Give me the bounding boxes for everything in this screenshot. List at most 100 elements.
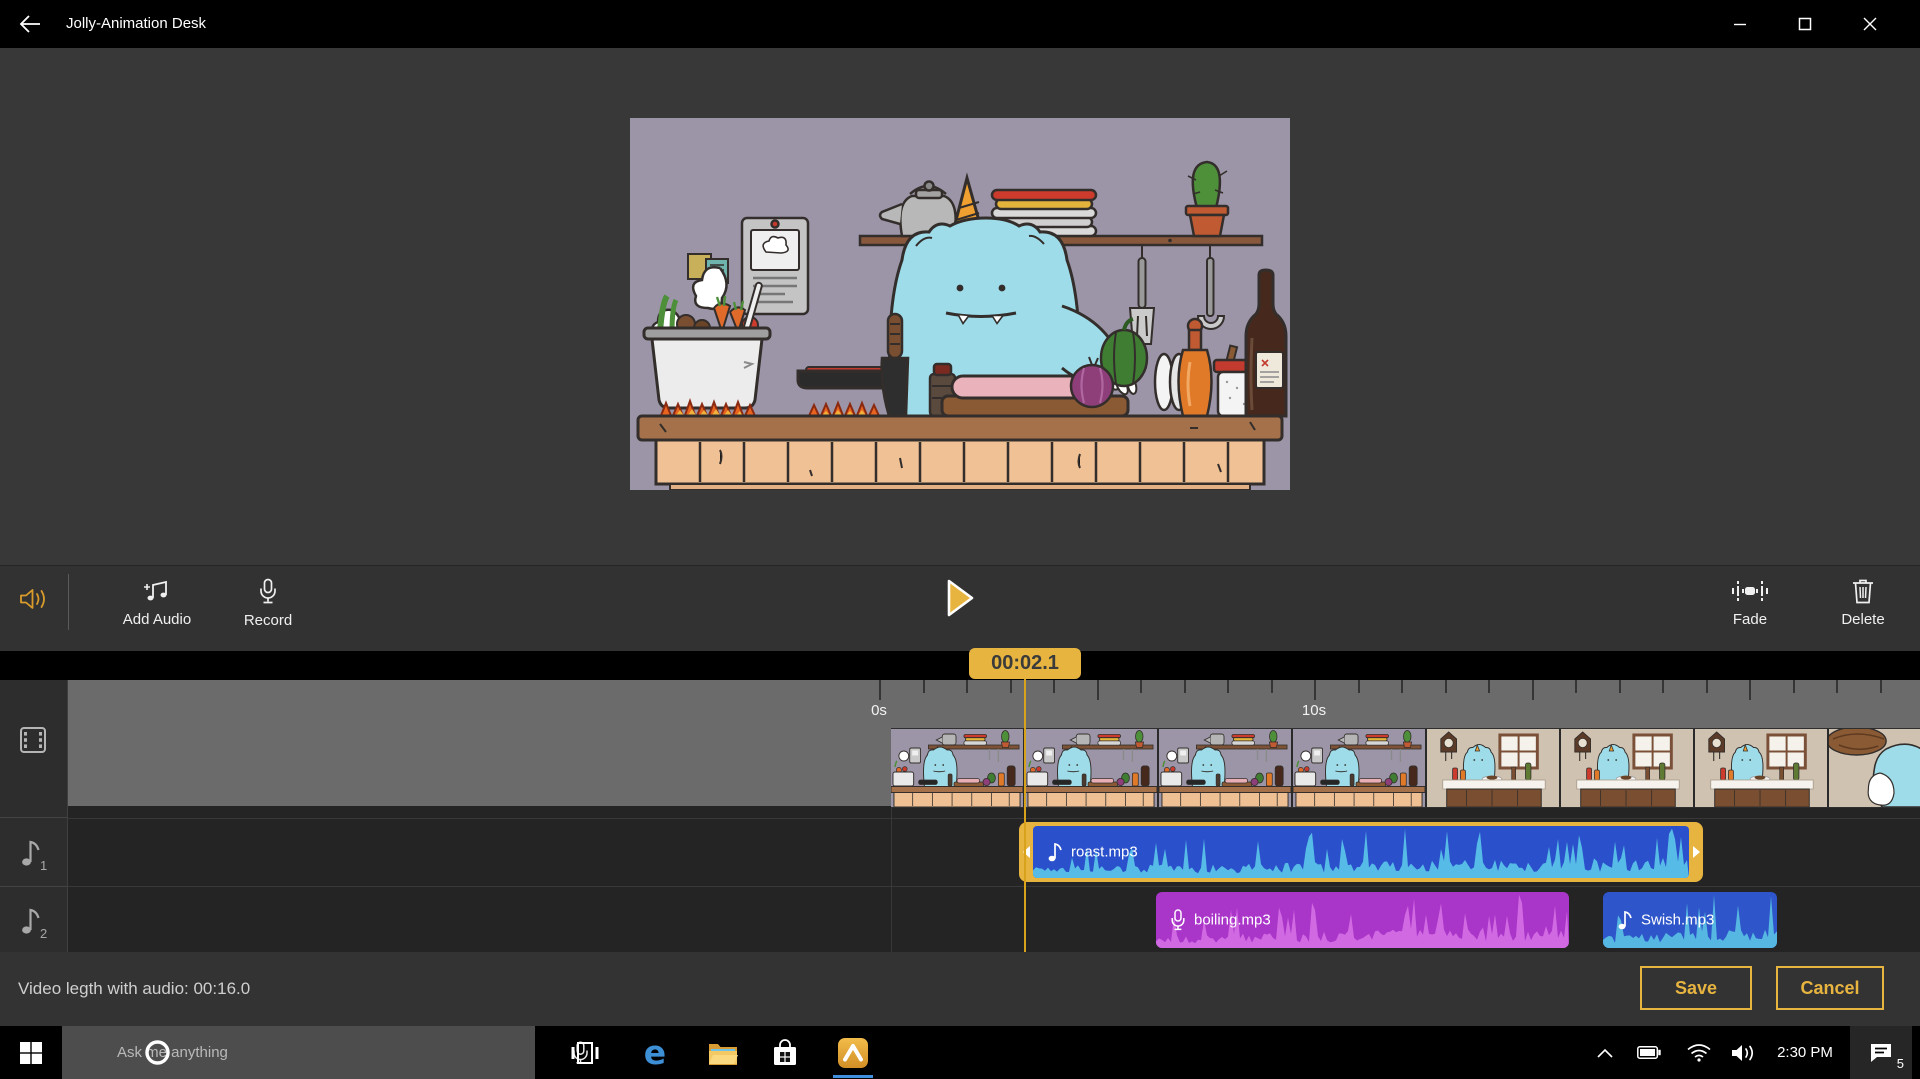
clip-trim-handle-left[interactable] — [1019, 822, 1033, 882]
edge-browser-button[interactable]: e — [632, 1026, 678, 1079]
video-track-clip[interactable] — [891, 728, 1920, 808]
audio-clip-roast-mp3[interactable]: roast.mp3 — [1019, 822, 1703, 882]
video-thumbnail-dining[interactable] — [1427, 729, 1561, 807]
clip-origin-line — [891, 806, 892, 952]
trim-right-arrow-icon — [1693, 846, 1700, 858]
ruler-tick — [1706, 680, 1708, 693]
add-audio-label: Add Audio — [123, 611, 191, 628]
file-explorer-button[interactable] — [700, 1026, 746, 1079]
header-separator — [0, 886, 67, 887]
record-button[interactable]: Record — [216, 572, 320, 646]
minimize-button[interactable] — [1711, 0, 1769, 48]
task-view-icon — [571, 1041, 599, 1065]
audio-clip-boiling-mp3[interactable]: boiling.mp3 — [1156, 892, 1569, 948]
delete-label: Delete — [1841, 611, 1884, 628]
audio-clip-name: boiling.mp3 — [1194, 912, 1271, 929]
cancel-button[interactable]: Cancel — [1776, 966, 1884, 1010]
fade-button[interactable]: Fade — [1698, 572, 1802, 646]
audio-track-1-icon: 1 — [18, 838, 50, 872]
add-audio-button[interactable]: Add Audio — [98, 572, 216, 646]
add-audio-icon — [143, 578, 171, 604]
audio-clip-body: boiling.mp3 — [1156, 892, 1569, 948]
chevron-up-icon — [1597, 1048, 1613, 1058]
header-separator — [0, 817, 67, 818]
animation-desk-app-icon — [837, 1037, 869, 1069]
ruler-tick — [1358, 680, 1360, 693]
window-title: Jolly-Animation Desk — [66, 0, 206, 48]
ruler-tick — [1662, 680, 1664, 693]
video-track-icon — [19, 726, 47, 754]
task-view-button[interactable] — [562, 1026, 608, 1079]
minimize-icon — [1733, 17, 1747, 31]
tray-wifi-button[interactable] — [1680, 1026, 1718, 1079]
delete-button[interactable]: Delete — [1812, 572, 1914, 646]
video-thumbnail-kitchen[interactable] — [891, 729, 1025, 807]
ruler-tick — [1053, 680, 1055, 693]
back-arrow-icon — [19, 14, 41, 34]
video-thumbnail-dining[interactable] — [1695, 729, 1829, 807]
back-button[interactable] — [8, 4, 52, 44]
store-bag-icon — [772, 1039, 798, 1067]
track-2-number: 2 — [40, 926, 47, 940]
ruler-tick — [1097, 680, 1099, 700]
tray-volume-button[interactable] — [1724, 1026, 1764, 1079]
volume-icon — [19, 586, 49, 612]
clip-trim-handle-right[interactable] — [1689, 822, 1703, 882]
edge-icon: e — [644, 1036, 666, 1069]
ruler-tick — [1445, 680, 1447, 693]
ruler-tick — [1140, 680, 1142, 693]
record-label: Record — [244, 612, 292, 629]
play-icon — [945, 578, 975, 618]
animation-desk-app-button[interactable] — [830, 1026, 876, 1079]
ruler-tick — [1314, 680, 1316, 700]
time-strip — [0, 650, 1920, 680]
save-button[interactable]: Save — [1640, 966, 1752, 1010]
ruler-tick — [1575, 680, 1577, 693]
volume-button[interactable] — [8, 572, 60, 646]
close-button[interactable] — [1841, 0, 1899, 48]
audio-clip-Swish-mp3[interactable]: Swish.mp3 — [1603, 892, 1777, 948]
maximize-icon — [1798, 17, 1812, 31]
current-time-badge[interactable]: 00:02.1 — [969, 648, 1081, 679]
music-note-icon — [1047, 841, 1063, 863]
tray-battery-button[interactable] — [1630, 1026, 1668, 1079]
ruler-label: 10s — [1292, 702, 1336, 719]
app-window: Jolly-Animation Desk — [0, 0, 1920, 1079]
store-button[interactable] — [762, 1026, 808, 1079]
start-button[interactable] — [0, 1026, 62, 1079]
notification-count-badge: 5 — [1897, 1056, 1904, 1071]
maximize-button[interactable] — [1776, 0, 1834, 48]
ruler-tick — [1749, 680, 1751, 700]
search-placeholder: Ask me anything — [117, 1044, 535, 1061]
ruler-tick — [1488, 680, 1490, 693]
music-note-icon — [1617, 909, 1633, 931]
ruler-tick — [966, 680, 968, 693]
cortana-icon — [144, 1039, 171, 1066]
trash-icon — [1852, 578, 1874, 604]
ruler-tick — [1880, 680, 1882, 693]
search-box[interactable]: Ask me anything — [62, 1026, 535, 1079]
audio-clip-name: Swish.mp3 — [1641, 912, 1714, 929]
video-thumbnail-kitchen[interactable] — [1293, 729, 1427, 807]
playhead[interactable] — [1024, 678, 1026, 952]
current-time-value: 00:02.1 — [991, 652, 1059, 675]
play-button[interactable] — [928, 572, 992, 646]
video-thumbnail-kitchen[interactable] — [1025, 729, 1159, 807]
video-thumbnail-closeup[interactable] — [1829, 729, 1920, 807]
title-bar: Jolly-Animation Desk — [0, 0, 1920, 48]
record-mic-icon — [258, 578, 278, 605]
audio-clip-name: roast.mp3 — [1071, 844, 1138, 861]
ruler-tick — [1010, 680, 1012, 693]
video-thumbnail-kitchen[interactable] — [1159, 729, 1293, 807]
fade-label: Fade — [1733, 611, 1767, 628]
battery-icon — [1637, 1046, 1661, 1059]
tray-chevron-button[interactable] — [1588, 1026, 1622, 1079]
tray-clock[interactable]: 2:30 PM — [1766, 1026, 1844, 1079]
video-thumbnail-dining[interactable] — [1561, 729, 1695, 807]
action-center-button[interactable]: 5 — [1850, 1026, 1912, 1079]
ruler-tick — [1532, 680, 1534, 700]
ruler-tick — [1184, 680, 1186, 693]
audio-toolbar: Add Audio Record — [0, 565, 1920, 651]
fade-icon — [1731, 578, 1769, 604]
close-icon — [1863, 17, 1877, 31]
